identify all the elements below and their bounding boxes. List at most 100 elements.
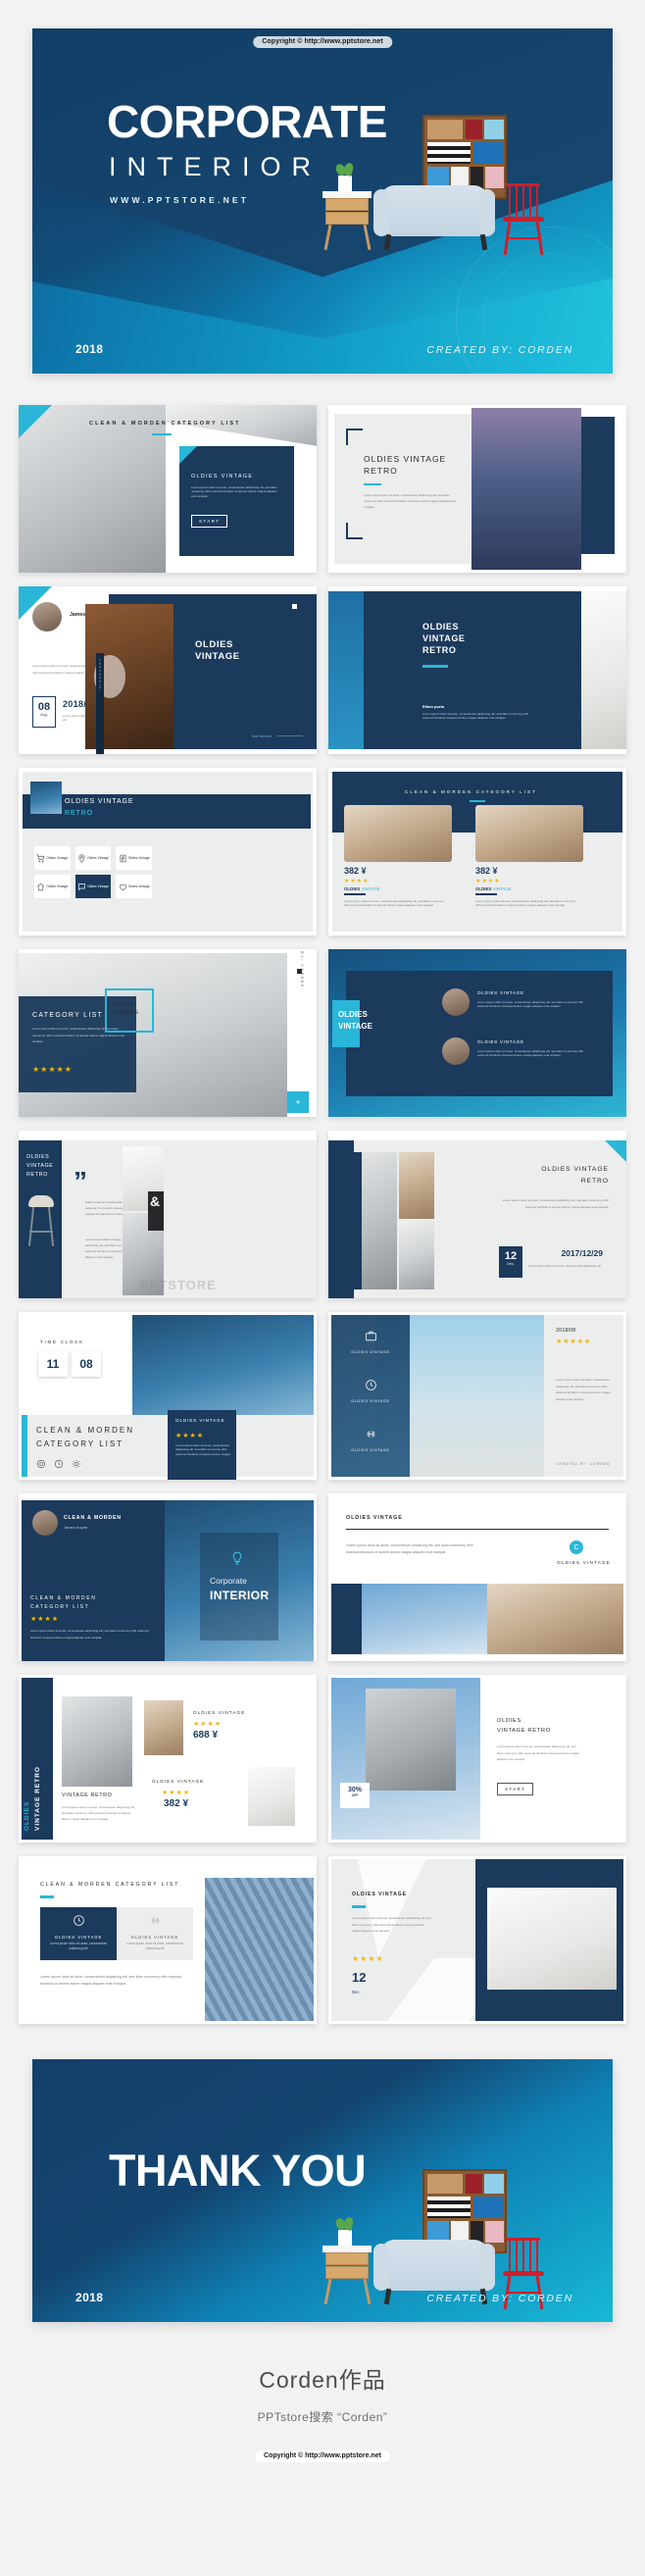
slide17-card-title: OLDIES VINTAGE <box>54 1935 103 1940</box>
slide12-nav-item[interactable]: OLDIES VINTAGE <box>346 1428 395 1452</box>
slide-thumbnail[interactable]: CLEAN & MORDEN CATEGORY LIST OLDIES VINT… <box>19 1856 317 2024</box>
slide-thumbnail[interactable]: CATEGORY LIST Lorem ipsum dolor sit amet… <box>19 949 317 1117</box>
thank-you-slide: THANK YOU 2018 CREATED BY: CORDEN <box>32 2059 613 2322</box>
slide8-item-thumb <box>442 988 470 1016</box>
avatar <box>32 1510 58 1536</box>
slide3-month: Aug. <box>40 713 48 717</box>
slide-thumbnail[interactable]: OLDIES VINTAGE RETRO Oldies Vintage Oldi… <box>19 768 317 935</box>
slide4-blue-strip <box>328 591 364 749</box>
slide11-heading-2: CATEGORY LIST <box>36 1440 124 1448</box>
slide17-card-active[interactable]: OLDIES VINTAGE Lorem ipsum dolor sit ame… <box>40 1907 117 1960</box>
dumbbell-icon <box>151 1917 159 1924</box>
slide9-stool-icon <box>28 1195 54 1207</box>
thanks-credit: CREATED BY: CORDEN <box>426 2293 573 2304</box>
slide15-side-line2: VINTAGE RETRO <box>34 1766 41 1831</box>
slide17-card[interactable]: OLDIES VINTAGE Lorem ipsum dolor sit ame… <box>117 1907 193 1960</box>
slide5-subtitle: RETRO <box>65 810 93 817</box>
slide16-badge-percent: 30% <box>347 1787 362 1793</box>
slide5-tile-grid: Oldies Vintage Oldies Vintage Oldies Vin… <box>34 846 152 898</box>
slide11-desk-photo <box>132 1315 314 1415</box>
slide-thumbnail[interactable]: OLDIES VINTAGE OLDIES VINTAGE Lorem ipsu… <box>328 949 626 1117</box>
plant-icon <box>338 176 352 191</box>
slide18-heading: OLDIES VINTAGE <box>352 1892 408 1897</box>
slide2-house-photo <box>471 408 581 570</box>
slide6-price: 382 ¥ <box>344 866 367 876</box>
slide8-tab-line1: OLDIES <box>338 1010 368 1019</box>
slide15-item-label: OLDIES VINTAGE <box>152 1779 205 1784</box>
slide14-photo-deer <box>487 1584 623 1654</box>
slide5-person-photo <box>30 782 62 814</box>
slide12-nav-item[interactable]: OLDIES VINTAGE <box>346 1379 395 1403</box>
slide6-sofa-photo <box>475 805 583 862</box>
slide5-tile-heart[interactable]: Oldies Vintage <box>116 875 152 898</box>
slide16-body: Lorem ipsum dolor sit amet, consectetuer… <box>497 1744 579 1761</box>
hero-subtitle: INTERIOR <box>109 152 322 181</box>
slide-thumbnail[interactable]: 30% OFF Lorem ipsum dolor sit amet, cons… <box>328 1675 626 1843</box>
slide17-heading: CLEAN & MORDEN CATEGORY LIST <box>40 1882 180 1888</box>
slide6-product: 382 ¥ ★★★★ OLDIES VINTAGE Lorem ipsum do… <box>344 866 460 907</box>
slide7-plus-button[interactable]: + <box>287 1091 309 1113</box>
slide-thumbnail[interactable]: TIME CLOCK 11 08 CLEAN & MORDEN CATEGORY… <box>19 1312 317 1480</box>
slide6-name-bold: OLDIES <box>475 886 492 891</box>
clock-icon <box>365 1380 376 1390</box>
slide13-brand: CLEAN & MORDEN <box>64 1515 122 1521</box>
pin-icon <box>78 853 85 863</box>
slide13-heading-1: CLEAN & MORDEN <box>30 1595 97 1601</box>
slide5-tile-pin[interactable]: Oldies Vintage <box>74 846 112 870</box>
thank-you-title: THANK YOU <box>109 2146 367 2196</box>
slide17-card-body: Lorem ipsum dolor sit amet, consectetuer… <box>125 1942 184 1950</box>
target-icon <box>36 1459 46 1469</box>
home-icon <box>37 883 45 890</box>
slide1-card-title: OLDIES VINTAGE <box>191 474 254 480</box>
slide11-stars: ★★★★ <box>175 1433 205 1440</box>
slide3-vertical-text: CORPORATE <box>98 659 102 690</box>
slide8-tab-line2: VINTAGE <box>338 1022 372 1031</box>
slide7-side-vertical-text: CREATED BY: CORDEN <box>300 949 304 988</box>
slide12-stars: ★★★★★ <box>556 1339 592 1345</box>
slide-thumbnail[interactable]: OLDIES VINTAGE RETRO Lorem ipsum dolor s… <box>328 1131 626 1298</box>
slide7-frame-line2: VINTAGE <box>114 1010 139 1016</box>
slide16-badge-off: OFF <box>351 1793 359 1797</box>
slide13-person: James Kayde <box>64 1525 88 1530</box>
slide3-footer-note: Bath Hallowell <box>251 734 272 738</box>
slide10-title-2: RETRO <box>580 1178 609 1185</box>
slide13-overlay-line1: Corporate <box>210 1576 247 1586</box>
slide5-tile-chat[interactable]: Oldies Vintage <box>74 875 112 898</box>
slide1-card <box>179 446 294 556</box>
slide10-date: 2017/12/29 <box>561 1248 603 1258</box>
slide16-start-button[interactable]: START <box>497 1783 534 1795</box>
slide1-start-button[interactable]: START <box>191 515 228 528</box>
slide-thumbnail[interactable]: CLEAN & MORDEN James Kayde CLEAN & MORDE… <box>19 1493 317 1661</box>
slide7-card-title: CATEGORY LIST <box>32 1012 104 1019</box>
page-footer: Corden作品 PPTstore搜索 “Corden” Copyright ©… <box>0 2322 645 2492</box>
slide6-stars: ★★★★ <box>475 879 501 884</box>
slide-thumbnail[interactable]: OLDIES VINTAGE RETRO VINTAGE RETRO Lorem… <box>19 1675 317 1843</box>
slide13-overlay-line2: INTERIOR <box>210 1589 270 1602</box>
slide2-body: Lorem ipsum dolor sit amet, consectetuer… <box>364 493 456 509</box>
slide4-building-photo <box>581 591 626 749</box>
slide-thumbnail[interactable]: OLDIES VINTAGE Lorem ipsum dolor sit ame… <box>328 1493 626 1661</box>
slide10-date-box: 12 Dec. <box>499 1246 522 1278</box>
slide-thumbnail[interactable]: OLDIES VINTAGE RETRO Etiam porta Lorem i… <box>328 586 626 754</box>
slide5-tile-document[interactable]: Oldies Vintage <box>116 846 152 870</box>
slide5-tile-cart[interactable]: Oldies Vintage <box>34 846 71 870</box>
slide-thumbnail[interactable]: CLEAN & MORDEN CATEGORY LIST OLDIES VINT… <box>19 405 317 573</box>
slide5-tile-home[interactable]: Oldies Vintage <box>34 875 71 898</box>
slide-thumbnail[interactable]: James Kayde Lorem ipsum dolor sit amet, … <box>19 586 317 754</box>
slide-thumbnail[interactable]: OLDIES VINTAGE RETRO Lorem ipsum dolor s… <box>328 405 626 573</box>
slide-thumbnail[interactable]: OLDIES VINTAGE OLDIES VINTAGE OLDIES VIN… <box>328 1312 626 1480</box>
slide6-bed-photo <box>344 805 452 862</box>
slide2-title-2: RETRO <box>364 466 398 476</box>
slide8-item-body: Lorem ipsum dolor sit amet, consectetuer… <box>477 1049 584 1058</box>
slide-thumbnail[interactable]: OLDIES VINTAGE RETRO ” Etiam porta sem m… <box>19 1131 317 1298</box>
slide8-item-body: Lorem ipsum dolor sit amet, consectetuer… <box>477 1000 584 1009</box>
avatar <box>32 602 62 631</box>
slide11-clock-label: TIME CLOCK <box>40 1339 84 1344</box>
slide12-credit: CREATED BY: CORDEN <box>556 1462 611 1466</box>
slide-thumbnail[interactable]: OLDIES VINTAGE Lorem ipsum dolor sit ame… <box>328 1856 626 2024</box>
slide-thumbnail[interactable]: CLEAN & MORDEN CATEGORY LIST 382 ¥ ★★★★ … <box>328 768 626 935</box>
footer-copyright: Copyright © http://www.pptstore.net <box>255 2450 390 2462</box>
slide6-heading: CLEAN & MORDEN CATEGORY LIST <box>405 789 537 794</box>
footer-subtitle: PPTstore搜索 “Corden” <box>257 2410 388 2424</box>
slide12-nav-item[interactable]: OLDIES VINTAGE <box>346 1330 395 1354</box>
